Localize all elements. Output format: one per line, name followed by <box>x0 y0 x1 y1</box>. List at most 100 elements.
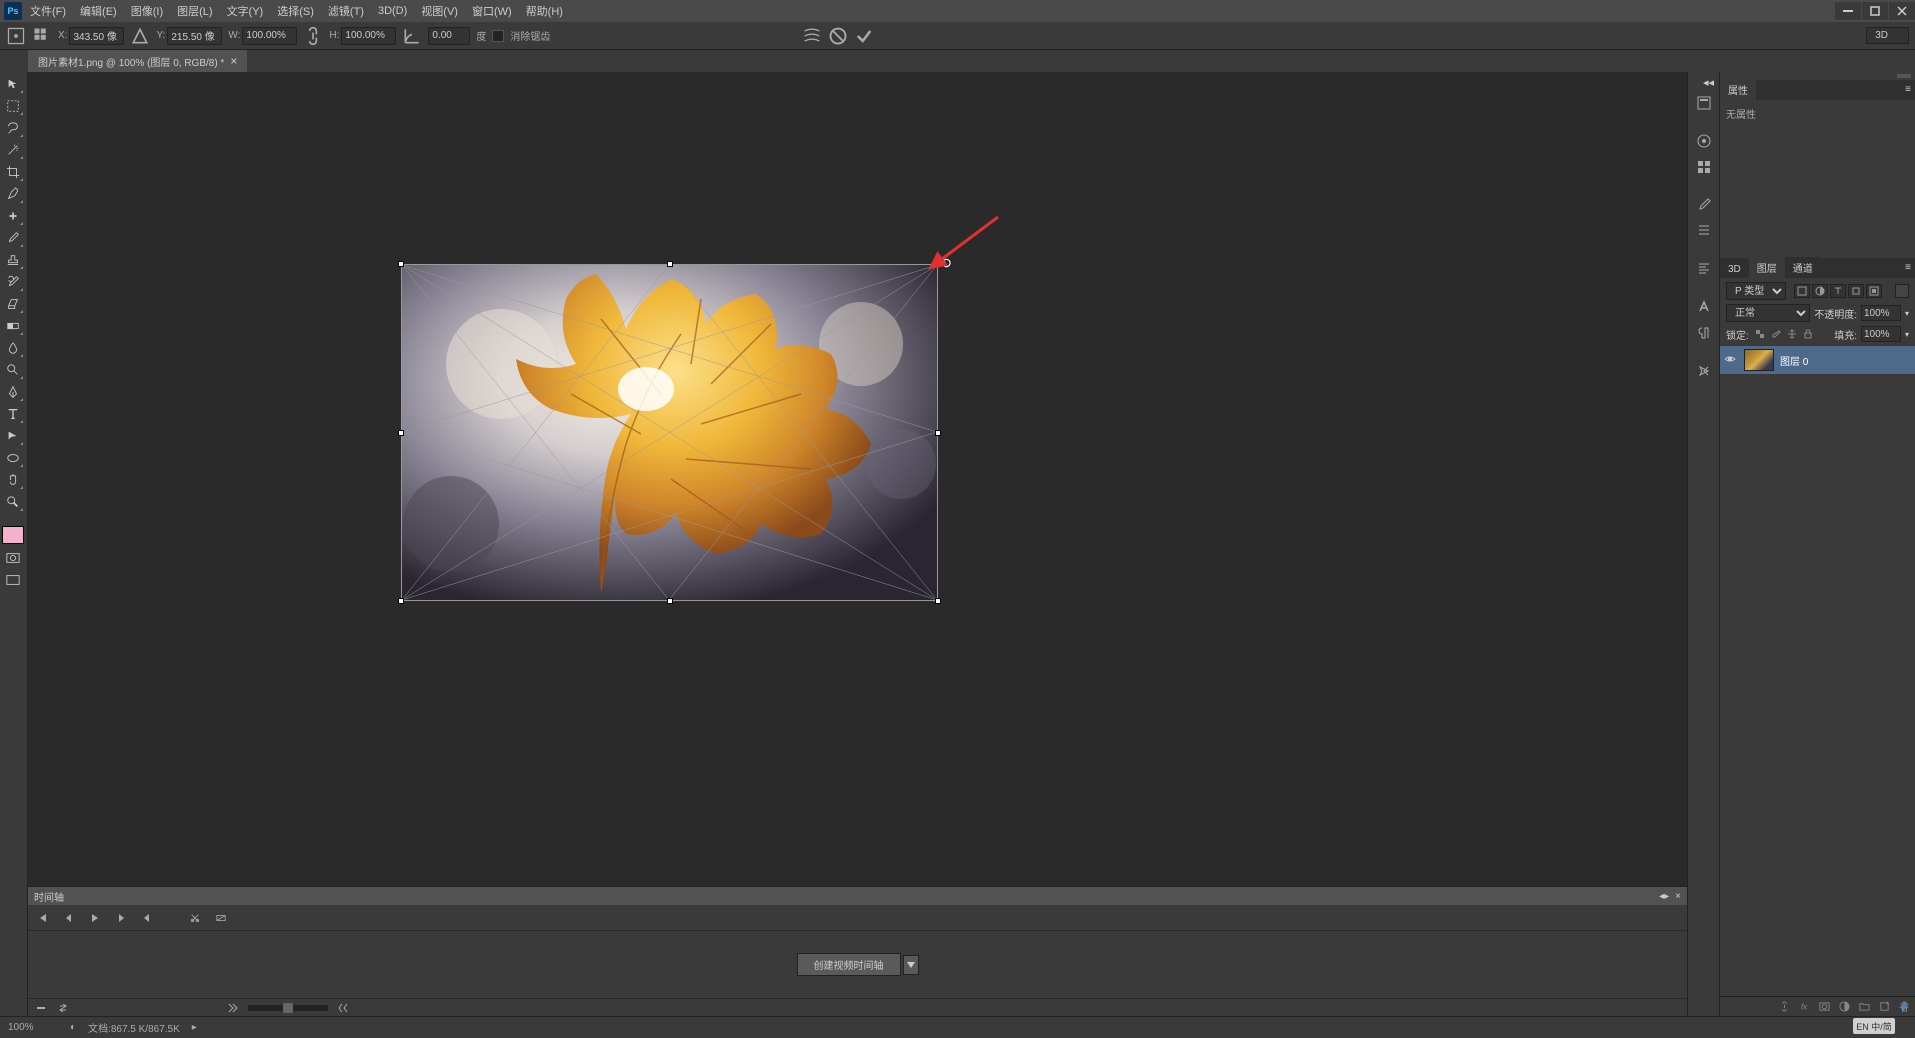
x-input[interactable] <box>69 27 124 45</box>
status-nav-icon[interactable]: ◐ <box>70 1022 76 1033</box>
filter-pixel-icon[interactable] <box>1794 284 1810 298</box>
status-doc-menu-icon[interactable]: ▸ <box>192 1022 197 1033</box>
menu-type[interactable]: 文字(Y) <box>221 0 270 23</box>
layer-group-icon[interactable] <box>1857 1000 1871 1014</box>
layer-mask-icon[interactable] <box>1817 1000 1831 1014</box>
filter-adjust-icon[interactable] <box>1812 284 1828 298</box>
lock-pixels-icon[interactable] <box>1769 327 1783 341</box>
timeline-close-icon[interactable]: × <box>1675 891 1681 902</box>
transform-handle-mr[interactable] <box>935 430 941 436</box>
filter-type-icon[interactable] <box>1830 284 1846 298</box>
gradient-tool-icon[interactable] <box>2 316 24 336</box>
timeline-zoomout-icon[interactable] <box>226 1001 240 1015</box>
layer-item[interactable]: 图层 0 <box>1720 346 1915 374</box>
canvas-viewport[interactable]: ⟲ <box>28 72 1687 886</box>
paragraph-styles-panel-icon[interactable] <box>1692 322 1716 344</box>
blend-mode-select[interactable]: 正常 <box>1726 304 1810 322</box>
layer-style-icon[interactable]: fx <box>1797 1000 1811 1014</box>
menu-file[interactable]: 文件(F) <box>24 0 72 23</box>
move-tool-icon[interactable] <box>2 74 24 94</box>
menu-3d[interactable]: 3D(D) <box>372 1 413 21</box>
layer-thumbnail[interactable] <box>1744 349 1774 371</box>
transform-bounding-box[interactable]: ⟲ <box>401 264 938 601</box>
channels-tab[interactable]: 通道 <box>1785 257 1821 278</box>
menu-window[interactable]: 窗口(W) <box>466 0 518 23</box>
timeline-zoomin-icon[interactable] <box>336 1001 350 1015</box>
menu-help[interactable]: 帮助(H) <box>520 0 569 23</box>
quickmask-icon[interactable] <box>2 550 24 566</box>
layer-name[interactable]: 图层 0 <box>1780 353 1808 368</box>
dodge-tool-icon[interactable] <box>2 360 24 380</box>
transform-handle-br[interactable] <box>935 598 941 604</box>
status-doc-info[interactable]: 文档:867.5 K/867.5K <box>88 1020 180 1035</box>
menu-view[interactable]: 视图(V) <box>415 0 464 23</box>
color-panel-icon[interactable] <box>1692 130 1716 152</box>
layers-menu-icon[interactable]: ≡ <box>1905 262 1911 273</box>
cancel-transform-icon[interactable] <box>828 26 848 46</box>
close-button[interactable] <box>1889 2 1915 20</box>
history-panel-icon[interactable] <box>1692 92 1716 114</box>
timeline-collapse-icon[interactable]: ◂▸ <box>1659 891 1669 902</box>
properties-menu-icon[interactable]: ≡ <box>1905 84 1911 95</box>
blur-tool-icon[interactable] <box>2 338 24 358</box>
status-zoom[interactable]: 100% <box>8 1022 58 1033</box>
properties-tab[interactable]: 属性 <box>1720 79 1756 100</box>
lock-position-icon[interactable] <box>1785 327 1799 341</box>
character-panel-icon[interactable] <box>1692 296 1716 318</box>
antialias-checkbox[interactable] <box>492 30 504 42</box>
delta-icon[interactable] <box>130 26 150 46</box>
menu-layer[interactable]: 图层(L) <box>171 0 218 23</box>
paragraph-panel-icon[interactable] <box>1692 258 1716 280</box>
commit-transform-icon[interactable] <box>854 26 874 46</box>
type-tool-icon[interactable] <box>2 404 24 424</box>
timeline-convert-icon[interactable] <box>56 1001 70 1015</box>
layer-visibility-icon[interactable] <box>1724 353 1738 367</box>
maximize-button[interactable] <box>1862 2 1888 20</box>
timeline-cut-icon[interactable] <box>188 911 202 925</box>
panel-grip[interactable] <box>1897 74 1911 78</box>
menu-image[interactable]: 图像(I) <box>125 0 169 23</box>
fill-input[interactable] <box>1861 326 1901 342</box>
dock-expander-icon[interactable]: ◂◂ <box>1703 76 1715 84</box>
transform-handle-tl[interactable] <box>398 261 404 267</box>
shape-tool-icon[interactable] <box>2 448 24 468</box>
stamp-tool-icon[interactable] <box>2 250 24 270</box>
transform-handle-ml[interactable] <box>398 430 404 436</box>
timeline-options-icon[interactable] <box>34 1001 48 1015</box>
history-brush-tool-icon[interactable] <box>2 272 24 292</box>
document-tab[interactable]: 图片素材1.png @ 100% (图层 0, RGB/8) * × <box>28 50 247 72</box>
zoom-tool-icon[interactable] <box>2 492 24 512</box>
marquee-tool-icon[interactable] <box>2 96 24 116</box>
transform-handle-bl[interactable] <box>398 598 404 604</box>
y-input[interactable] <box>167 27 222 45</box>
filter-shape-icon[interactable] <box>1848 284 1864 298</box>
menu-select[interactable]: 选择(S) <box>271 0 320 23</box>
fill-dropdown-icon[interactable]: ▾ <box>1905 330 1909 339</box>
timeline-prev-frame-icon[interactable] <box>62 911 76 925</box>
magic-wand-tool-icon[interactable] <box>2 140 24 160</box>
layer-filter-select[interactable]: P 类型 <box>1726 282 1786 300</box>
minimize-button[interactable] <box>1835 2 1861 20</box>
new-layer-icon[interactable] <box>1877 1000 1891 1014</box>
healing-tool-icon[interactable] <box>2 206 24 226</box>
lasso-tool-icon[interactable] <box>2 118 24 138</box>
ime-indicator[interactable]: EN 中/简 <box>1853 1018 1895 1034</box>
h-input[interactable] <box>341 27 396 45</box>
opacity-dropdown-icon[interactable]: ▾ <box>1905 309 1909 318</box>
transform-handle-tm[interactable] <box>667 261 673 267</box>
opacity-input[interactable] <box>1861 305 1901 321</box>
lock-transparent-icon[interactable] <box>1753 327 1767 341</box>
timeline-transition-icon[interactable] <box>214 911 228 925</box>
brush-tool-icon[interactable] <box>2 228 24 248</box>
swatches-panel-icon[interactable] <box>1692 156 1716 178</box>
timeline-first-frame-icon[interactable] <box>36 911 50 925</box>
brush-presets-panel-icon[interactable] <box>1692 220 1716 242</box>
link-icon[interactable] <box>303 26 323 46</box>
brush-panel-icon[interactable] <box>1692 194 1716 216</box>
foreground-color[interactable] <box>2 526 24 544</box>
3d-tab[interactable]: 3D <box>1720 261 1749 278</box>
filter-toggle[interactable] <box>1895 284 1909 298</box>
menu-filter[interactable]: 滤镜(T) <box>322 0 370 23</box>
timeline-next-frame-icon[interactable] <box>114 911 128 925</box>
timeline-play-icon[interactable] <box>88 911 102 925</box>
